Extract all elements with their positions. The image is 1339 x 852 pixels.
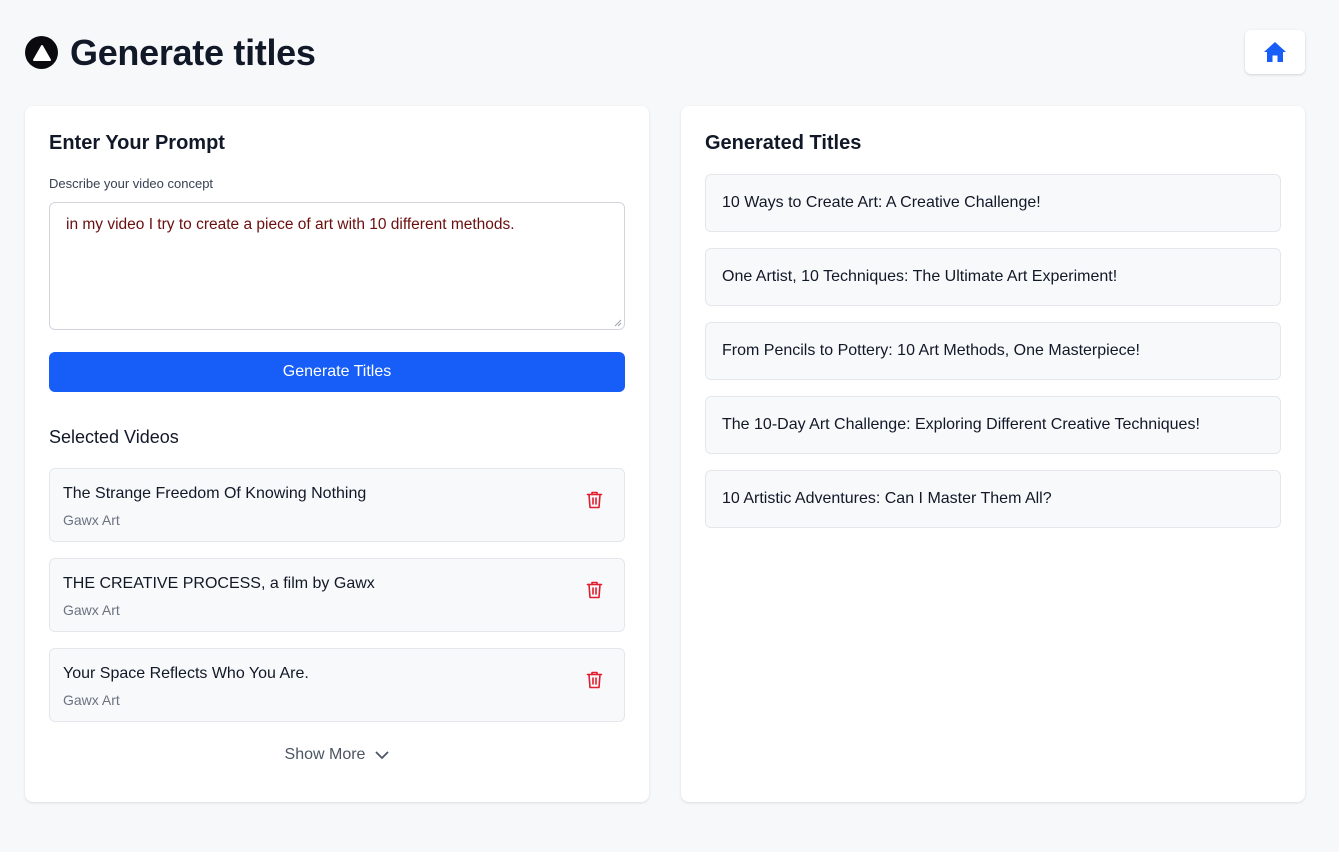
resize-handle-icon[interactable] xyxy=(614,319,622,327)
generated-titles-card: Generated Titles 10 Ways to Create Art: … xyxy=(681,106,1305,802)
video-channel: Gawx Art xyxy=(63,692,120,708)
trash-icon xyxy=(586,671,602,688)
trash-icon xyxy=(586,491,602,508)
video-channel: Gawx Art xyxy=(63,602,120,618)
generated-title-item[interactable]: From Pencils to Pottery: 10 Art Methods,… xyxy=(705,322,1281,380)
generated-title-item[interactable]: 10 Ways to Create Art: A Creative Challe… xyxy=(705,174,1281,232)
video-channel: Gawx Art xyxy=(63,512,120,528)
show-more-button[interactable]: Show More xyxy=(25,746,649,764)
video-title: The Strange Freedom Of Knowing Nothing xyxy=(63,485,367,502)
video-title: Your Space Reflects Who You Are. xyxy=(63,665,309,682)
prompt-value: in my video I try to create a piece of a… xyxy=(66,216,515,233)
delete-video-button[interactable] xyxy=(585,489,603,509)
home-button[interactable] xyxy=(1245,30,1305,74)
home-icon xyxy=(1264,42,1286,62)
video-title: THE CREATIVE PROCESS, a film by Gawx xyxy=(63,575,375,592)
selected-video-item: THE CREATIVE PROCESS, a film by Gawx Gaw… xyxy=(49,558,625,632)
selected-videos-title: Selected Videos xyxy=(49,427,179,447)
generated-titles-title: Generated Titles xyxy=(705,132,862,154)
prompt-textarea[interactable]: in my video I try to create a piece of a… xyxy=(49,202,625,330)
generate-titles-button[interactable]: Generate Titles xyxy=(49,352,625,392)
delete-video-button[interactable] xyxy=(585,669,603,689)
generated-title-item[interactable]: One Artist, 10 Techniques: The Ultimate … xyxy=(705,248,1281,306)
triangle-logo-icon xyxy=(25,36,58,69)
page-title: Generate titles xyxy=(70,32,316,73)
selected-video-item: The Strange Freedom Of Knowing Nothing G… xyxy=(49,468,625,542)
generated-title-item[interactable]: 10 Artistic Adventures: Can I Master The… xyxy=(705,470,1281,528)
page-header: Generate titles xyxy=(25,30,1305,76)
trash-icon xyxy=(586,581,602,598)
prompt-card-title: Enter Your Prompt xyxy=(49,132,225,154)
prompt-field-label: Describe your video concept xyxy=(49,176,214,191)
prompt-card: Enter Your Prompt Describe your video co… xyxy=(25,106,649,802)
delete-video-button[interactable] xyxy=(585,579,603,599)
show-more-label: Show More xyxy=(284,746,366,763)
selected-video-item: Your Space Reflects Who You Are. Gawx Ar… xyxy=(49,648,625,722)
generated-title-item[interactable]: The 10-Day Art Challenge: Exploring Diff… xyxy=(705,396,1281,454)
chevron-down-icon xyxy=(376,751,389,759)
